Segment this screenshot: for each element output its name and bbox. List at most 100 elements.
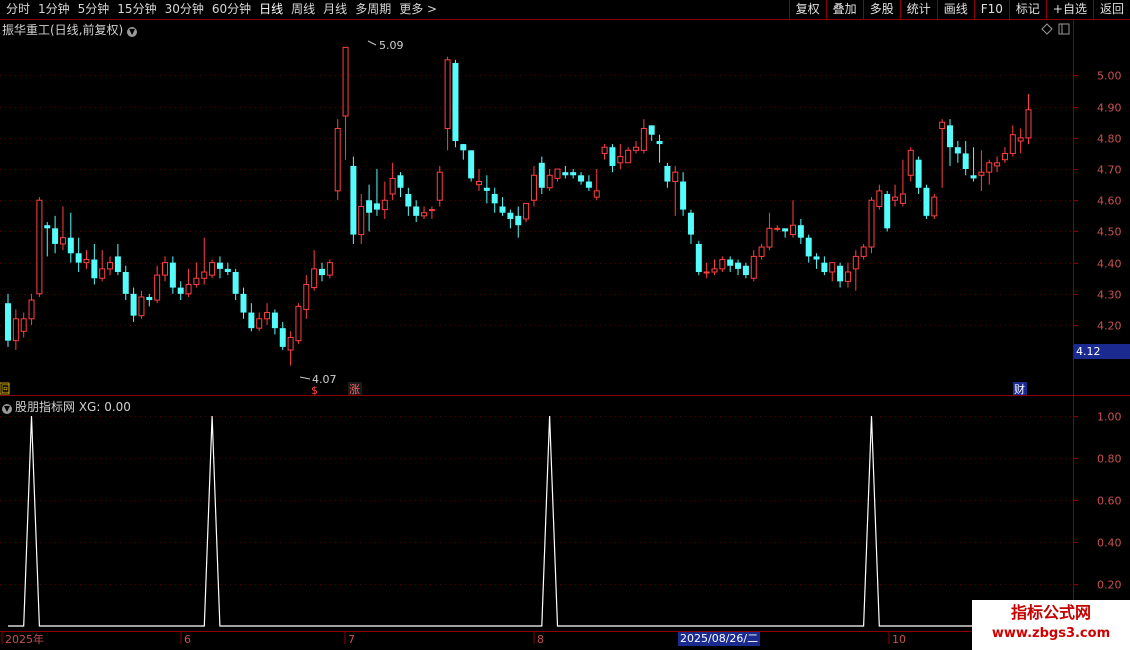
candle-body bbox=[452, 62, 459, 141]
candle-body bbox=[59, 237, 66, 245]
candle-body bbox=[735, 262, 742, 269]
candle-body bbox=[719, 259, 726, 270]
candle-body bbox=[876, 190, 883, 207]
candle-body bbox=[342, 46, 349, 117]
candle-body bbox=[114, 256, 121, 272]
candle-body bbox=[130, 293, 137, 316]
current-price-tag: 4.12 bbox=[1074, 344, 1130, 359]
candle-body bbox=[570, 172, 577, 176]
main-y-axis: 5.00 4.90 4.80 4.70 4.60 4.50 4.40 4.30 4.20 bbox=[1073, 70, 1122, 333]
candle-body bbox=[750, 255, 757, 279]
candle-body bbox=[468, 150, 475, 179]
candle-body bbox=[727, 259, 734, 266]
time-label-6: 6 bbox=[184, 633, 191, 646]
y-tick-label: 4.70 bbox=[1097, 164, 1122, 177]
candle-body bbox=[389, 177, 396, 195]
high-pointer bbox=[367, 40, 377, 46]
xg-signal-line bbox=[8, 415, 1029, 627]
candle-body bbox=[601, 146, 608, 154]
time-label-7: 7 bbox=[348, 633, 355, 646]
candle-body bbox=[271, 312, 278, 329]
candle-body bbox=[782, 228, 789, 232]
candle-body bbox=[797, 225, 804, 238]
candle-body bbox=[67, 237, 74, 254]
candle-body bbox=[695, 243, 702, 272]
candle-body bbox=[264, 312, 271, 320]
candle-body bbox=[656, 140, 663, 145]
candle-body bbox=[860, 246, 867, 257]
candle-body bbox=[970, 175, 977, 179]
candle-body bbox=[907, 149, 914, 176]
candle-body bbox=[711, 268, 718, 273]
candle-body bbox=[311, 268, 318, 289]
candle-body bbox=[28, 299, 35, 320]
candle-body bbox=[805, 237, 812, 257]
candle-body bbox=[193, 277, 200, 285]
marker-cai[interactable]: 财 bbox=[1014, 382, 1025, 396]
candle-body bbox=[256, 318, 263, 329]
candle-body bbox=[633, 146, 639, 151]
candle-body bbox=[829, 262, 836, 273]
watermark-url: www.zbgs3.com bbox=[991, 626, 1111, 641]
time-label-10: 10 bbox=[892, 633, 906, 646]
candle-body bbox=[185, 283, 192, 295]
y-tick-label: 0.60 bbox=[1097, 495, 1122, 508]
candle-body bbox=[460, 144, 467, 151]
candle-body bbox=[986, 162, 993, 173]
candle-body bbox=[703, 271, 710, 274]
candle-body bbox=[868, 199, 875, 248]
y-tick-label: 4.20 bbox=[1097, 320, 1122, 333]
candle-body bbox=[593, 190, 600, 198]
candle-body bbox=[397, 175, 404, 188]
candle-body bbox=[523, 202, 530, 220]
candle-body bbox=[75, 253, 82, 263]
candle-body bbox=[169, 262, 176, 288]
candle-body bbox=[52, 228, 59, 244]
y-tick-label: 0.40 bbox=[1097, 537, 1122, 550]
cursor-date-tag: 2025/08/26/二 bbox=[678, 632, 761, 646]
candle-body bbox=[177, 287, 184, 294]
candle-body bbox=[687, 212, 694, 235]
candle-body bbox=[99, 268, 106, 279]
candle-body bbox=[428, 209, 435, 212]
candle-body bbox=[122, 272, 129, 294]
candle-body bbox=[742, 265, 749, 276]
y-tick-label: 4.50 bbox=[1097, 226, 1122, 239]
candle-body bbox=[326, 262, 333, 276]
candle-body bbox=[915, 159, 922, 188]
candle-body bbox=[899, 193, 906, 204]
candle-body bbox=[405, 194, 412, 207]
candle-body bbox=[790, 224, 796, 236]
candle-body bbox=[978, 171, 985, 176]
candle-body bbox=[530, 174, 537, 201]
candle-body bbox=[546, 174, 553, 189]
indicator-y-axis: 1.00 0.80 0.60 0.40 0.20 bbox=[1073, 411, 1122, 592]
candle-body bbox=[758, 246, 765, 257]
time-label-2025: 2025年 bbox=[5, 632, 44, 646]
candle-body bbox=[1009, 134, 1016, 154]
candle-body bbox=[279, 328, 286, 347]
candle-body bbox=[507, 212, 514, 219]
candle-body bbox=[358, 205, 365, 236]
candle-body bbox=[373, 203, 380, 210]
candle-body bbox=[554, 168, 561, 179]
y-tick-label: 4.60 bbox=[1097, 195, 1122, 208]
panel-toggle-box[interactable] bbox=[1058, 23, 1070, 35]
candle-body bbox=[44, 225, 51, 229]
candle-body bbox=[413, 206, 420, 216]
candle-body bbox=[994, 162, 1001, 167]
marker-dollar[interactable]: $ bbox=[311, 384, 318, 397]
candle-body bbox=[1025, 109, 1032, 139]
candle-body bbox=[515, 215, 522, 226]
candle-body bbox=[350, 165, 357, 235]
candle-body bbox=[892, 196, 899, 201]
y-tick-label: 1.00 bbox=[1097, 411, 1122, 424]
diamond-icon[interactable] bbox=[1041, 23, 1053, 35]
candle-body bbox=[20, 318, 27, 332]
marker-zhang[interactable]: 涨 bbox=[349, 383, 360, 396]
watermark-title: 指标公式网 bbox=[1010, 603, 1091, 622]
indicator-dropdown-icon[interactable]: ▼ bbox=[2, 404, 12, 414]
candle-body bbox=[444, 59, 451, 129]
candle-body bbox=[295, 305, 302, 342]
candle-body bbox=[821, 262, 828, 272]
